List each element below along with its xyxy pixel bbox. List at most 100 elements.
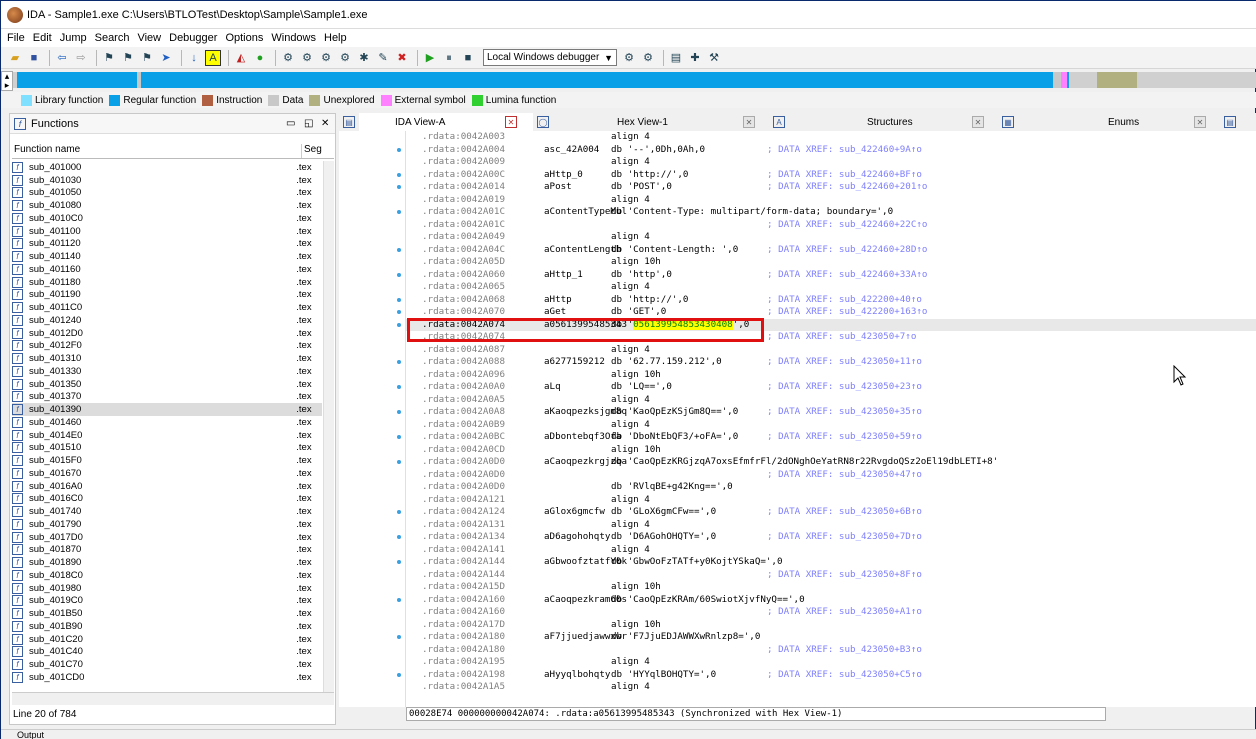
new-icon[interactable]: ✱: [356, 50, 372, 66]
forward-icon[interactable]: ⇨: [73, 50, 89, 66]
menu-jump[interactable]: Jump: [60, 32, 87, 44]
function-row[interactable]: f sub_4019C0 .tex: [12, 595, 322, 608]
menu-edit[interactable]: Edit: [33, 32, 52, 44]
disassembly-line[interactable]: .rdata:0042A014 aPost db 'POST',0 ; DATA XR…: [406, 181, 1256, 194]
line-label[interactable]: aPost: [544, 181, 572, 194]
play-icon[interactable]: ▶: [422, 50, 438, 66]
bookmark-icon[interactable]: ⚑: [101, 50, 117, 66]
disassembly-line[interactable]: .rdata:0042A144 ; DATA XREF: sub_423050+8…: [406, 569, 1256, 582]
function-row[interactable]: f sub_4012D0 .tex: [12, 327, 322, 340]
function-row[interactable]: f sub_401160 .tex: [12, 263, 322, 276]
disassembly-line[interactable]: .rdata:0042A144 aGbwoofztatfY0k db 'GbwOoF…: [406, 556, 1256, 569]
plugin-icon[interactable]: ✚: [687, 50, 703, 66]
disassembly-line[interactable]: .rdata:0042A134 aD6agohohqty db 'D6AGohOHQ…: [406, 531, 1256, 544]
save-icon[interactable]: ■: [26, 50, 42, 66]
function-row[interactable]: f sub_401C40 .tex: [12, 646, 322, 659]
disassembly-line[interactable]: .rdata:0042A01C aContentTypeMul db 'Conten…: [406, 206, 1256, 219]
function-row[interactable]: f sub_4010C0 .tex: [12, 212, 322, 225]
menu-options[interactable]: Options: [225, 32, 263, 44]
line-label[interactable]: aGlox6gmcfw: [544, 506, 605, 519]
disassembly-line[interactable]: .rdata:0042A180 aF7jjuedjawwxwr db 'F7JjuE…: [406, 631, 1256, 644]
function-row[interactable]: f sub_401740 .tex: [12, 505, 322, 518]
pause-icon[interactable]: ⏸: [441, 50, 457, 66]
line-comment[interactable]: ; DATA XREF: sub_423050+47↑o: [767, 469, 922, 482]
function-row[interactable]: f sub_4016A0 .tex: [12, 480, 322, 493]
disassembly-line[interactable]: .rdata:0042A121 align 4: [406, 494, 1256, 507]
disassembly-line[interactable]: .rdata:0042A0D0 db 'RVlqBE+g42Kng==',0: [406, 481, 1256, 494]
enum-icon[interactable]: ⚙: [318, 50, 334, 66]
line-label[interactable]: asc_42A004: [544, 144, 599, 157]
disassembly-line[interactable]: .rdata:0042A15D align 10h: [406, 581, 1256, 594]
disassembly-line[interactable]: .rdata:0042A195 align 4: [406, 656, 1256, 669]
disassembly-line[interactable]: .rdata:0042A068 aHttp db 'http://',0 ; DATA…: [406, 294, 1256, 307]
function-row[interactable]: f sub_401180 .tex: [12, 276, 322, 289]
line-label[interactable]: aHttp: [544, 294, 572, 307]
disassembly-line[interactable]: .rdata:0042A00C aHttp_0 db 'http://',0 ; DA…: [406, 169, 1256, 182]
line-comment[interactable]: ; DATA XREF: sub_422460+201↑o: [767, 181, 927, 194]
line-comment[interactable]: ; DATA XREF: sub_422460+22C↑o: [767, 219, 927, 232]
function-row[interactable]: f sub_4018C0 .tex: [12, 569, 322, 582]
disassembly-line[interactable]: .rdata:0042A04C aContentLength db 'Content…: [406, 244, 1256, 257]
menu-file[interactable]: File: [7, 32, 25, 44]
line-comment[interactable]: ; DATA XREF: sub_423050+11↑o: [767, 356, 922, 369]
disassembly-line[interactable]: .rdata:0042A131 align 4: [406, 519, 1256, 532]
output-panel[interactable]: Output: [1, 729, 1256, 739]
function-row[interactable]: f sub_4014E0 .tex: [12, 429, 322, 442]
function-row[interactable]: f sub_401140 .tex: [12, 250, 322, 263]
menu-debugger[interactable]: Debugger: [169, 32, 217, 44]
xref-icon[interactable]: ⚙: [337, 50, 353, 66]
disassembly-line[interactable]: .rdata:0042A0B9 align 4: [406, 419, 1256, 432]
function-row[interactable]: f sub_401100 .tex: [12, 225, 322, 238]
disassembly-line[interactable]: .rdata:0042A060 aHttp_1 db 'http',0 ; DATA …: [406, 269, 1256, 282]
function-row[interactable]: f sub_401890 .tex: [12, 556, 322, 569]
function-row[interactable]: f sub_401370 .tex: [12, 391, 322, 404]
disassembly-line[interactable]: .rdata:0042A0D0 ; DATA XREF: sub_423050+4…: [406, 469, 1256, 482]
disassembly-line[interactable]: .rdata:0042A009 align 4: [406, 156, 1256, 169]
line-comment[interactable]: ; DATA XREF: sub_423050+59↑o: [767, 431, 922, 444]
line-comment[interactable]: ; DATA XREF: sub_423050+7↑o: [767, 331, 916, 344]
open-icon[interactable]: ▰: [7, 50, 23, 66]
function-row[interactable]: f sub_401B90 .tex: [12, 620, 322, 633]
function-row[interactable]: f sub_401120 .tex: [12, 238, 322, 251]
struct-icon[interactable]: ⚙: [299, 50, 315, 66]
line-label[interactable]: aContentLength: [544, 244, 621, 257]
disassembly-line[interactable]: .rdata:0042A0D0 aCaoqpezkrgjzqa db 'CaoQpE…: [406, 456, 1256, 469]
disassembly-line[interactable]: .rdata:0042A003 align 4: [406, 131, 1256, 144]
function-row[interactable]: f sub_401C20 .tex: [12, 633, 322, 646]
disassembly-line[interactable]: .rdata:0042A198 aHyyqlbohqty db 'HYYqlBOHQ…: [406, 669, 1256, 682]
line-comment[interactable]: ; DATA XREF: sub_422460+28D↑o: [767, 244, 927, 257]
disassembly-line[interactable]: .rdata:0042A180 ; DATA XREF: sub_423050+B…: [406, 644, 1256, 657]
function-row[interactable]: f sub_401190 .tex: [12, 289, 322, 302]
disassembly-view[interactable]: .rdata:0042A003 align 4 .rdata:0042A004 asc…: [406, 131, 1256, 707]
line-comment[interactable]: ; DATA XREF: sub_423050+C5↑o: [767, 669, 922, 682]
function-row[interactable]: f sub_401870 .tex: [12, 544, 322, 557]
nav-band-scroll[interactable]: ▴ ▸: [1, 71, 13, 91]
function-row[interactable]: f sub_4012F0 .tex: [12, 340, 322, 353]
menu-search[interactable]: Search: [95, 32, 130, 44]
function-row[interactable]: f sub_401350 .tex: [12, 378, 322, 391]
navigation-band[interactable]: [13, 72, 1256, 88]
disassembly-line[interactable]: .rdata:0042A0BC aDbontebqf3Ofa db 'DboNtEb…: [406, 431, 1256, 444]
line-comment[interactable]: ; DATA XREF: sub_422460+33A↑o: [767, 269, 927, 282]
disassembly-line[interactable]: .rdata:0042A01C ; DATA XREF: sub_422460+2…: [406, 219, 1256, 232]
tab-structures[interactable]: Structures ✕: [791, 113, 998, 131]
function-row[interactable]: f sub_401980 .tex: [12, 582, 322, 595]
disassembly-line[interactable]: .rdata:0042A087 align 4: [406, 344, 1256, 357]
function-row[interactable]: f sub_401510 .tex: [12, 442, 322, 455]
function-row[interactable]: f sub_401310 .tex: [12, 352, 322, 365]
disassembly-line[interactable]: .rdata:0042A17D align 10h: [406, 619, 1256, 632]
function-row[interactable]: f sub_401080 .tex: [12, 199, 322, 212]
close-tab-icon[interactable]: ✕: [743, 116, 755, 128]
script-icon[interactable]: ▤: [668, 50, 684, 66]
close-tab-icon[interactable]: ✕: [1194, 116, 1206, 128]
edit-icon[interactable]: ✎: [375, 50, 391, 66]
column-function-name[interactable]: Function name: [12, 144, 302, 158]
line-comment[interactable]: ; DATA XREF: sub_423050+35↑o: [767, 406, 922, 419]
disassembly-line[interactable]: .rdata:0042A049 align 4: [406, 231, 1256, 244]
function-row[interactable]: f sub_4015F0 .tex: [12, 454, 322, 467]
disassembly-line[interactable]: .rdata:0042A141 align 4: [406, 544, 1256, 557]
functions-list[interactable]: f sub_401000 .tex f sub_401030 .tex f sub_40105…: [12, 161, 322, 706]
functions-vertical-scrollbar[interactable]: [323, 161, 334, 696]
tab-structures-icon[interactable]: A: [769, 113, 791, 131]
minimize-icon[interactable]: ▭: [286, 118, 295, 129]
